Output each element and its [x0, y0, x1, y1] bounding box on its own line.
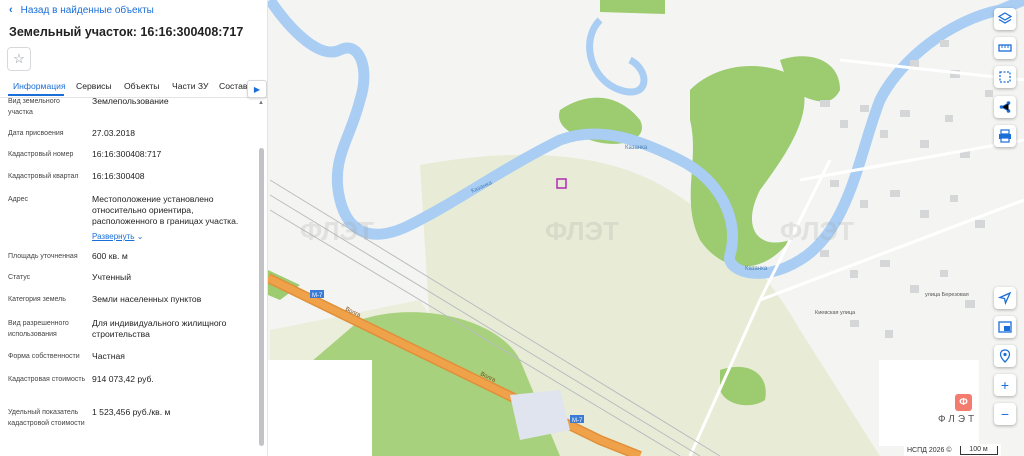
cad-quarter-label: Кадастровый квартал [8, 173, 79, 180]
ruler-icon [998, 44, 1012, 52]
area-value: 600 кв. м [92, 251, 128, 261]
area-label: Площадь уточненная [8, 253, 78, 260]
tab-composition[interactable]: Состав [219, 81, 247, 91]
chevron-down-icon: ⌄ [136, 232, 144, 241]
cad-value-value: 914 073,42 руб. [92, 374, 154, 384]
watermark: ФЛЭТ [300, 216, 374, 246]
star-icon: ☆ [13, 51, 25, 66]
logo-text: ФЛЭТ [938, 414, 978, 425]
map-attribution: НСПД 2026 © 100 м [904, 444, 1001, 456]
attribution-text[interactable]: НСПД 2026 © [907, 447, 952, 454]
land-type-label: Вид земельного участка [8, 98, 60, 116]
land-type-value: Землепользование [92, 96, 169, 106]
ownership-value: Частная [92, 351, 125, 361]
date-label: Дата присвоения [8, 130, 64, 137]
minus-icon: − [1000, 406, 1010, 422]
ownership-label: Форма собственности [8, 353, 80, 360]
marker-button[interactable] [994, 345, 1016, 367]
select-area-button[interactable] [994, 66, 1016, 88]
favorite-button[interactable]: ☆ [7, 47, 31, 71]
zoom-out-button[interactable]: − [994, 403, 1016, 425]
minimap-button[interactable] [994, 316, 1016, 338]
tab-services[interactable]: Сервисы [76, 81, 112, 91]
zoom-in-button[interactable]: + [994, 374, 1016, 396]
watermark: ФЛЭТ [780, 216, 854, 246]
permitted-use-label: Вид разрешенного использования [8, 320, 69, 338]
info-panel: ‹ Назад в найденные объекты Земельный уч… [0, 0, 268, 456]
river-label: Казанка [745, 266, 768, 272]
route-badge-label: М-7 [312, 293, 323, 299]
scrollbar-thumb[interactable] [259, 148, 264, 446]
category-label: Категория земель [8, 296, 66, 303]
expand-label: Развернуть [92, 232, 135, 241]
tab-parts[interactable]: Части ЗУ [172, 81, 208, 91]
chevron-left-icon: ‹ [9, 4, 13, 16]
date-value: 27.03.2018 [92, 128, 136, 138]
tab-objects[interactable]: Объекты [124, 81, 159, 91]
address-label: Адрес [8, 196, 29, 203]
scale-bar: 100 м [959, 445, 998, 455]
scroll-up-button[interactable]: ▲ [258, 100, 264, 106]
back-label: Назад в найденные объекты [20, 4, 154, 16]
specific-label: Удельный показатель кадастровой стоимост… [8, 409, 85, 427]
chevron-right-icon: ▶ [253, 84, 261, 94]
layers-button[interactable] [994, 8, 1016, 30]
status-label: Статус [8, 274, 31, 281]
category-value: Земли населенных пунктов [92, 294, 202, 304]
cad-value-label: Кадастровая стоимость [8, 376, 86, 383]
print-icon [999, 129, 1011, 143]
permitted-use-value: Для индивидуального жилищного строительс… [92, 318, 227, 339]
marker-icon [999, 349, 1011, 363]
cad-number-label: Кадастровый номер [8, 151, 74, 158]
minimap-icon [998, 321, 1012, 333]
specific-value: 1 523,456 руб./кв. м [92, 407, 171, 417]
ruler-button[interactable] [994, 37, 1016, 59]
forest [600, 0, 665, 14]
watermark: ФЛЭТ [545, 216, 619, 246]
status-value: Учтенный [92, 272, 132, 282]
share-icon [999, 101, 1011, 113]
river-label: Казанка [625, 145, 648, 151]
cad-number-value: 16:16:300408:717 [92, 149, 162, 159]
tab-bar: Информация Сервисы Объекты Части ЗУ Сост… [0, 77, 267, 98]
street-label: улица Березовая [925, 292, 969, 298]
share-button[interactable] [994, 96, 1016, 118]
map-blank-patch [268, 360, 372, 456]
cad-quarter-value[interactable]: 16:16:300408 [92, 171, 254, 182]
expand-link[interactable]: Развернуть ⌄ [92, 231, 254, 242]
select-area-icon [999, 71, 1011, 83]
tab-information[interactable]: Информация [13, 81, 66, 91]
address-value: Местоположение установлено относительно … [92, 194, 239, 226]
layers-icon [998, 12, 1012, 24]
route-badge-label: М-7 [572, 418, 583, 424]
geolocation-icon [998, 291, 1012, 305]
plus-icon: + [1000, 377, 1010, 393]
street-label: Киевская улица [815, 310, 856, 316]
back-link[interactable]: ‹ Назад в найденные объекты [9, 4, 154, 16]
geolocation-button[interactable] [994, 287, 1016, 309]
logo-icon: Ф [955, 394, 972, 411]
print-button[interactable] [994, 125, 1016, 147]
page-title: Земельный участок: 16:16:300408:717 [9, 25, 244, 39]
